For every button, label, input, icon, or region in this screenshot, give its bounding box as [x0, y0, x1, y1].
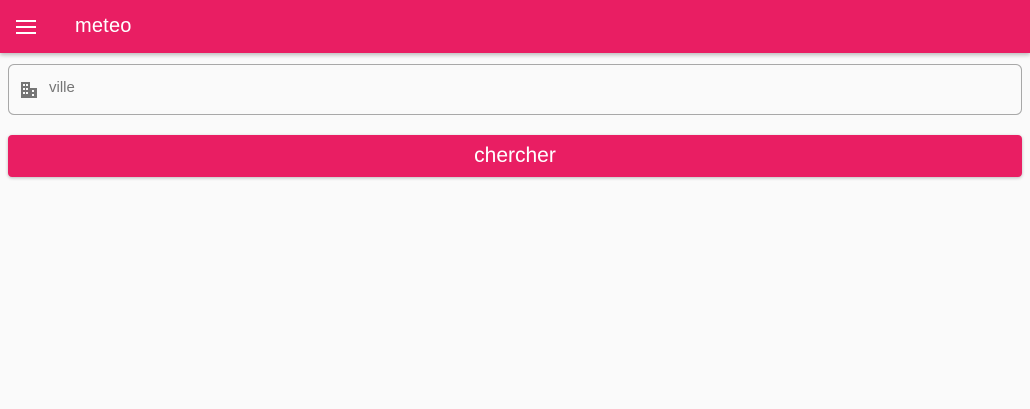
- city-icon: [9, 65, 49, 114]
- menu-button[interactable]: [0, 0, 52, 53]
- app-bar: meteo: [0, 0, 1030, 53]
- city-search-input[interactable]: [49, 65, 1021, 114]
- app-title: meteo: [75, 15, 132, 37]
- search-button[interactable]: chercher: [8, 135, 1022, 177]
- city-search-field[interactable]: [8, 64, 1022, 115]
- menu-icon: [16, 19, 36, 34]
